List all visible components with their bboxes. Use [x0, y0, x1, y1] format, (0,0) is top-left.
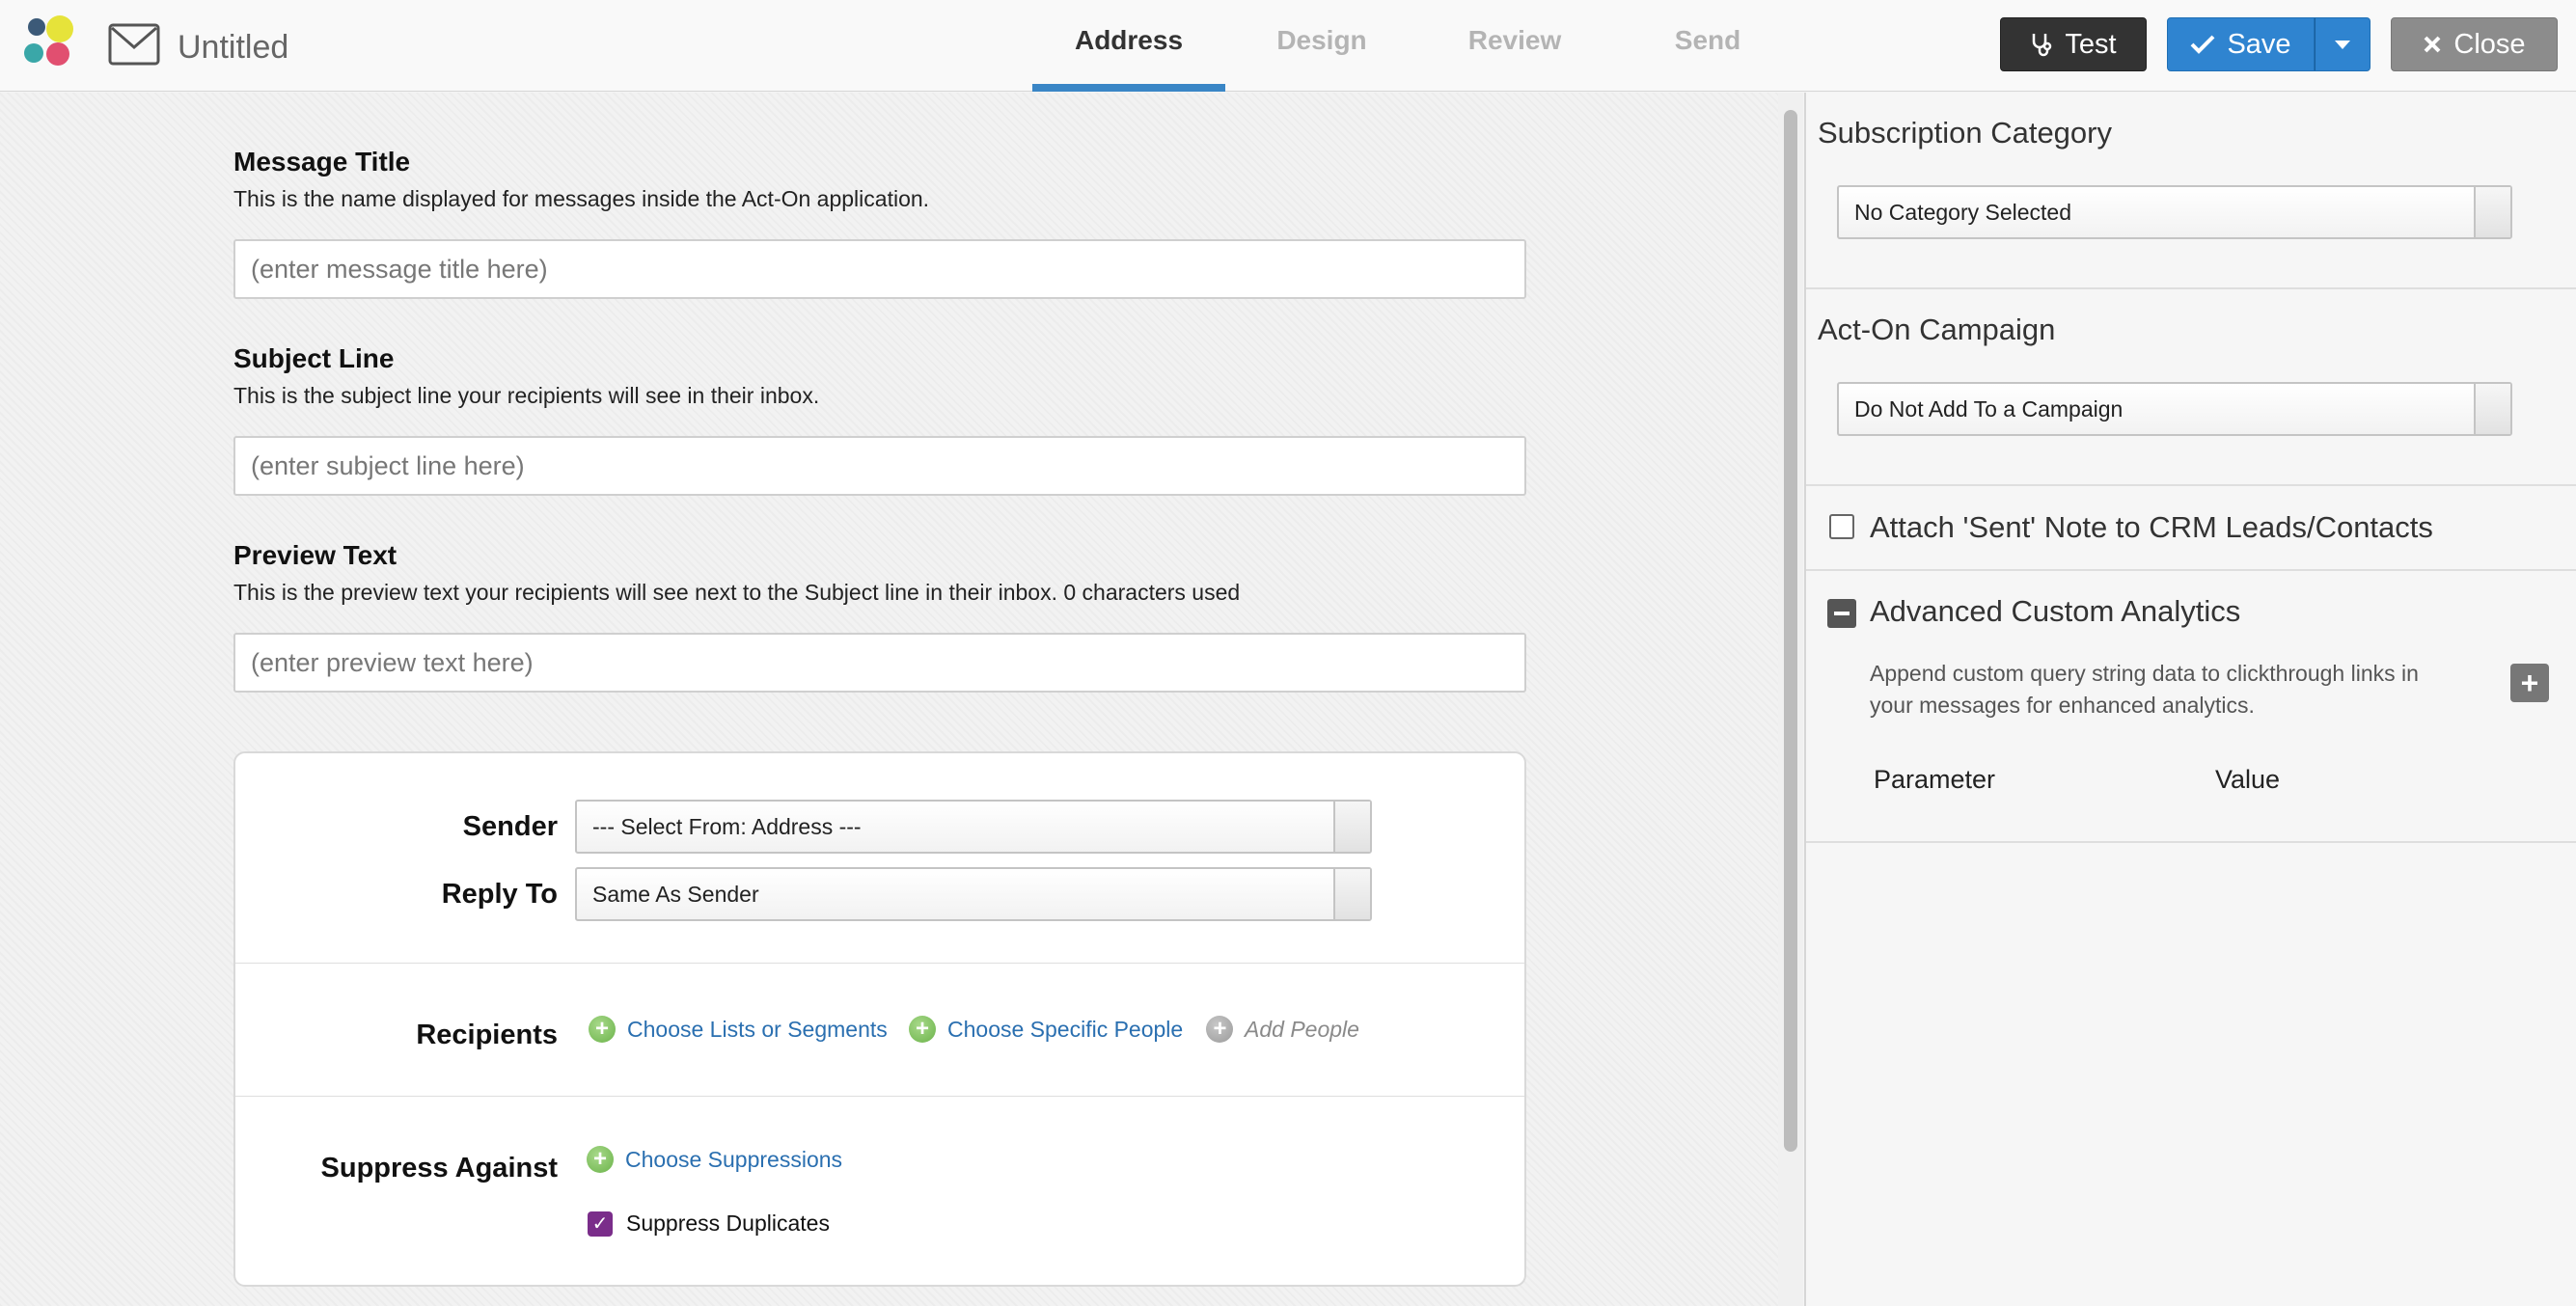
- sender-select-arrow[interactable]: [1333, 802, 1370, 852]
- close-button[interactable]: Close: [2391, 17, 2558, 71]
- subject-line-help: This is the subject line your recipients…: [233, 383, 820, 408]
- subscription-category-heading: Subscription Category: [1818, 116, 2112, 150]
- sender-select[interactable]: --- Select From: Address ---: [575, 800, 1372, 854]
- add-parameter-icon[interactable]: +: [2510, 664, 2549, 702]
- reply-to-label: Reply To: [441, 879, 558, 910]
- tab-send[interactable]: Send: [1611, 0, 1804, 92]
- checkmark-icon: [2191, 35, 2215, 54]
- message-title-help: This is the name displayed for messages …: [233, 186, 930, 211]
- main-scrollbar-thumb[interactable]: [1784, 110, 1797, 1152]
- reply-to-select[interactable]: Same As Sender: [575, 867, 1372, 921]
- add-people-label: Add People: [1245, 1016, 1359, 1042]
- subject-line-label: Subject Line: [233, 343, 395, 373]
- reply-to-select-value: Same As Sender: [592, 881, 759, 907]
- stethoscope-icon: [2033, 34, 2052, 57]
- address-form-area: Message Title This is the name displayed…: [0, 93, 1778, 1306]
- choose-lists-link[interactable]: + Choose Lists or Segments: [589, 1016, 888, 1043]
- campaign-heading: Act-On Campaign: [1818, 313, 2056, 346]
- choose-suppressions-label: Choose Suppressions: [625, 1146, 843, 1172]
- parameter-column-header: Parameter: [1874, 765, 1996, 794]
- tab-address[interactable]: Address: [1032, 0, 1225, 92]
- crm-note-label: Attach 'Sent' Note to CRM Leads/Contacts: [1870, 510, 2433, 544]
- subscription-category-select[interactable]: No Category Selected: [1837, 185, 2512, 239]
- campaign-select[interactable]: Do Not Add To a Campaign: [1837, 382, 2512, 436]
- tab-review[interactable]: Review: [1418, 0, 1611, 92]
- tab-design[interactable]: Design: [1225, 0, 1418, 92]
- add-people-link[interactable]: + Add People: [1206, 1016, 1359, 1043]
- suppress-against-label: Suppress Against: [320, 1153, 558, 1184]
- choose-specific-people-label: Choose Specific People: [947, 1016, 1184, 1042]
- recipients-label: Recipients: [416, 1020, 558, 1050]
- preview-text-label: Preview Text: [233, 540, 397, 570]
- crm-note-checkbox[interactable]: [1829, 514, 1854, 539]
- preview-text-input[interactable]: [233, 633, 1526, 693]
- panel-divider: [1806, 484, 2576, 486]
- test-button-label: Test: [2065, 28, 2117, 60]
- close-icon: [2425, 36, 2441, 53]
- suppress-duplicates-checkbox[interactable]: ✓: [588, 1211, 613, 1237]
- campaign-select-arrow[interactable]: [2474, 384, 2510, 434]
- step-tabs: Address Design Review Send: [1032, 0, 1804, 92]
- add-circle-icon: +: [589, 1016, 616, 1043]
- test-button[interactable]: Test: [2000, 17, 2147, 71]
- save-options-dropdown-button[interactable]: [2315, 17, 2370, 71]
- sender-label: Sender: [462, 811, 558, 842]
- message-title-input[interactable]: [233, 239, 1526, 299]
- choose-specific-people-link[interactable]: + Choose Specific People: [909, 1016, 1183, 1043]
- save-button-label: Save: [2227, 28, 2291, 60]
- act-on-logo-icon: [24, 15, 73, 66]
- collapse-icon[interactable]: [1827, 599, 1856, 628]
- reply-to-select-arrow[interactable]: [1333, 869, 1370, 919]
- sender-recipients-card: Sender --- Select From: Address --- Repl…: [233, 751, 1526, 1287]
- advanced-analytics-description: Append custom query string data to click…: [1870, 661, 2419, 718]
- subscription-category-arrow[interactable]: [2474, 187, 2510, 237]
- preview-text-help: This is the preview text your recipients…: [233, 580, 1241, 605]
- panel-divider: [1806, 287, 2576, 289]
- choose-suppressions-link[interactable]: + Choose Suppressions: [587, 1146, 842, 1173]
- choose-lists-label: Choose Lists or Segments: [627, 1016, 888, 1042]
- chevron-down-icon: [2335, 40, 2350, 49]
- add-circle-icon: +: [1206, 1016, 1233, 1043]
- campaign-value: Do Not Add To a Campaign: [1854, 395, 2124, 422]
- panel-divider: [1806, 841, 2576, 843]
- top-bar: Untitled Address Design Review Send Test…: [0, 0, 2576, 92]
- main-scrollbar[interactable]: [1778, 93, 1803, 1306]
- document-title[interactable]: Untitled: [178, 29, 288, 67]
- suppress-duplicates-label: Suppress Duplicates: [626, 1211, 830, 1236]
- value-column-header: Value: [2215, 765, 2281, 794]
- panel-divider: [1806, 569, 2576, 571]
- add-circle-icon: +: [587, 1146, 614, 1173]
- card-divider: [235, 963, 1524, 964]
- card-divider: [235, 1096, 1524, 1097]
- add-circle-icon: +: [909, 1016, 936, 1043]
- save-button[interactable]: Save: [2167, 17, 2315, 71]
- message-title-label: Message Title: [233, 147, 411, 177]
- advanced-analytics-heading: Advanced Custom Analytics: [1870, 594, 2241, 628]
- suppress-duplicates-option[interactable]: ✓ Suppress Duplicates: [588, 1211, 830, 1237]
- sender-select-value: --- Select From: Address ---: [592, 813, 862, 839]
- envelope-icon: [108, 23, 160, 66]
- subject-line-input[interactable]: [233, 436, 1526, 496]
- subscription-category-value: No Category Selected: [1854, 199, 2072, 225]
- close-button-label: Close: [2453, 28, 2526, 60]
- settings-side-panel: Subscription Category No Category Select…: [1804, 93, 2576, 1306]
